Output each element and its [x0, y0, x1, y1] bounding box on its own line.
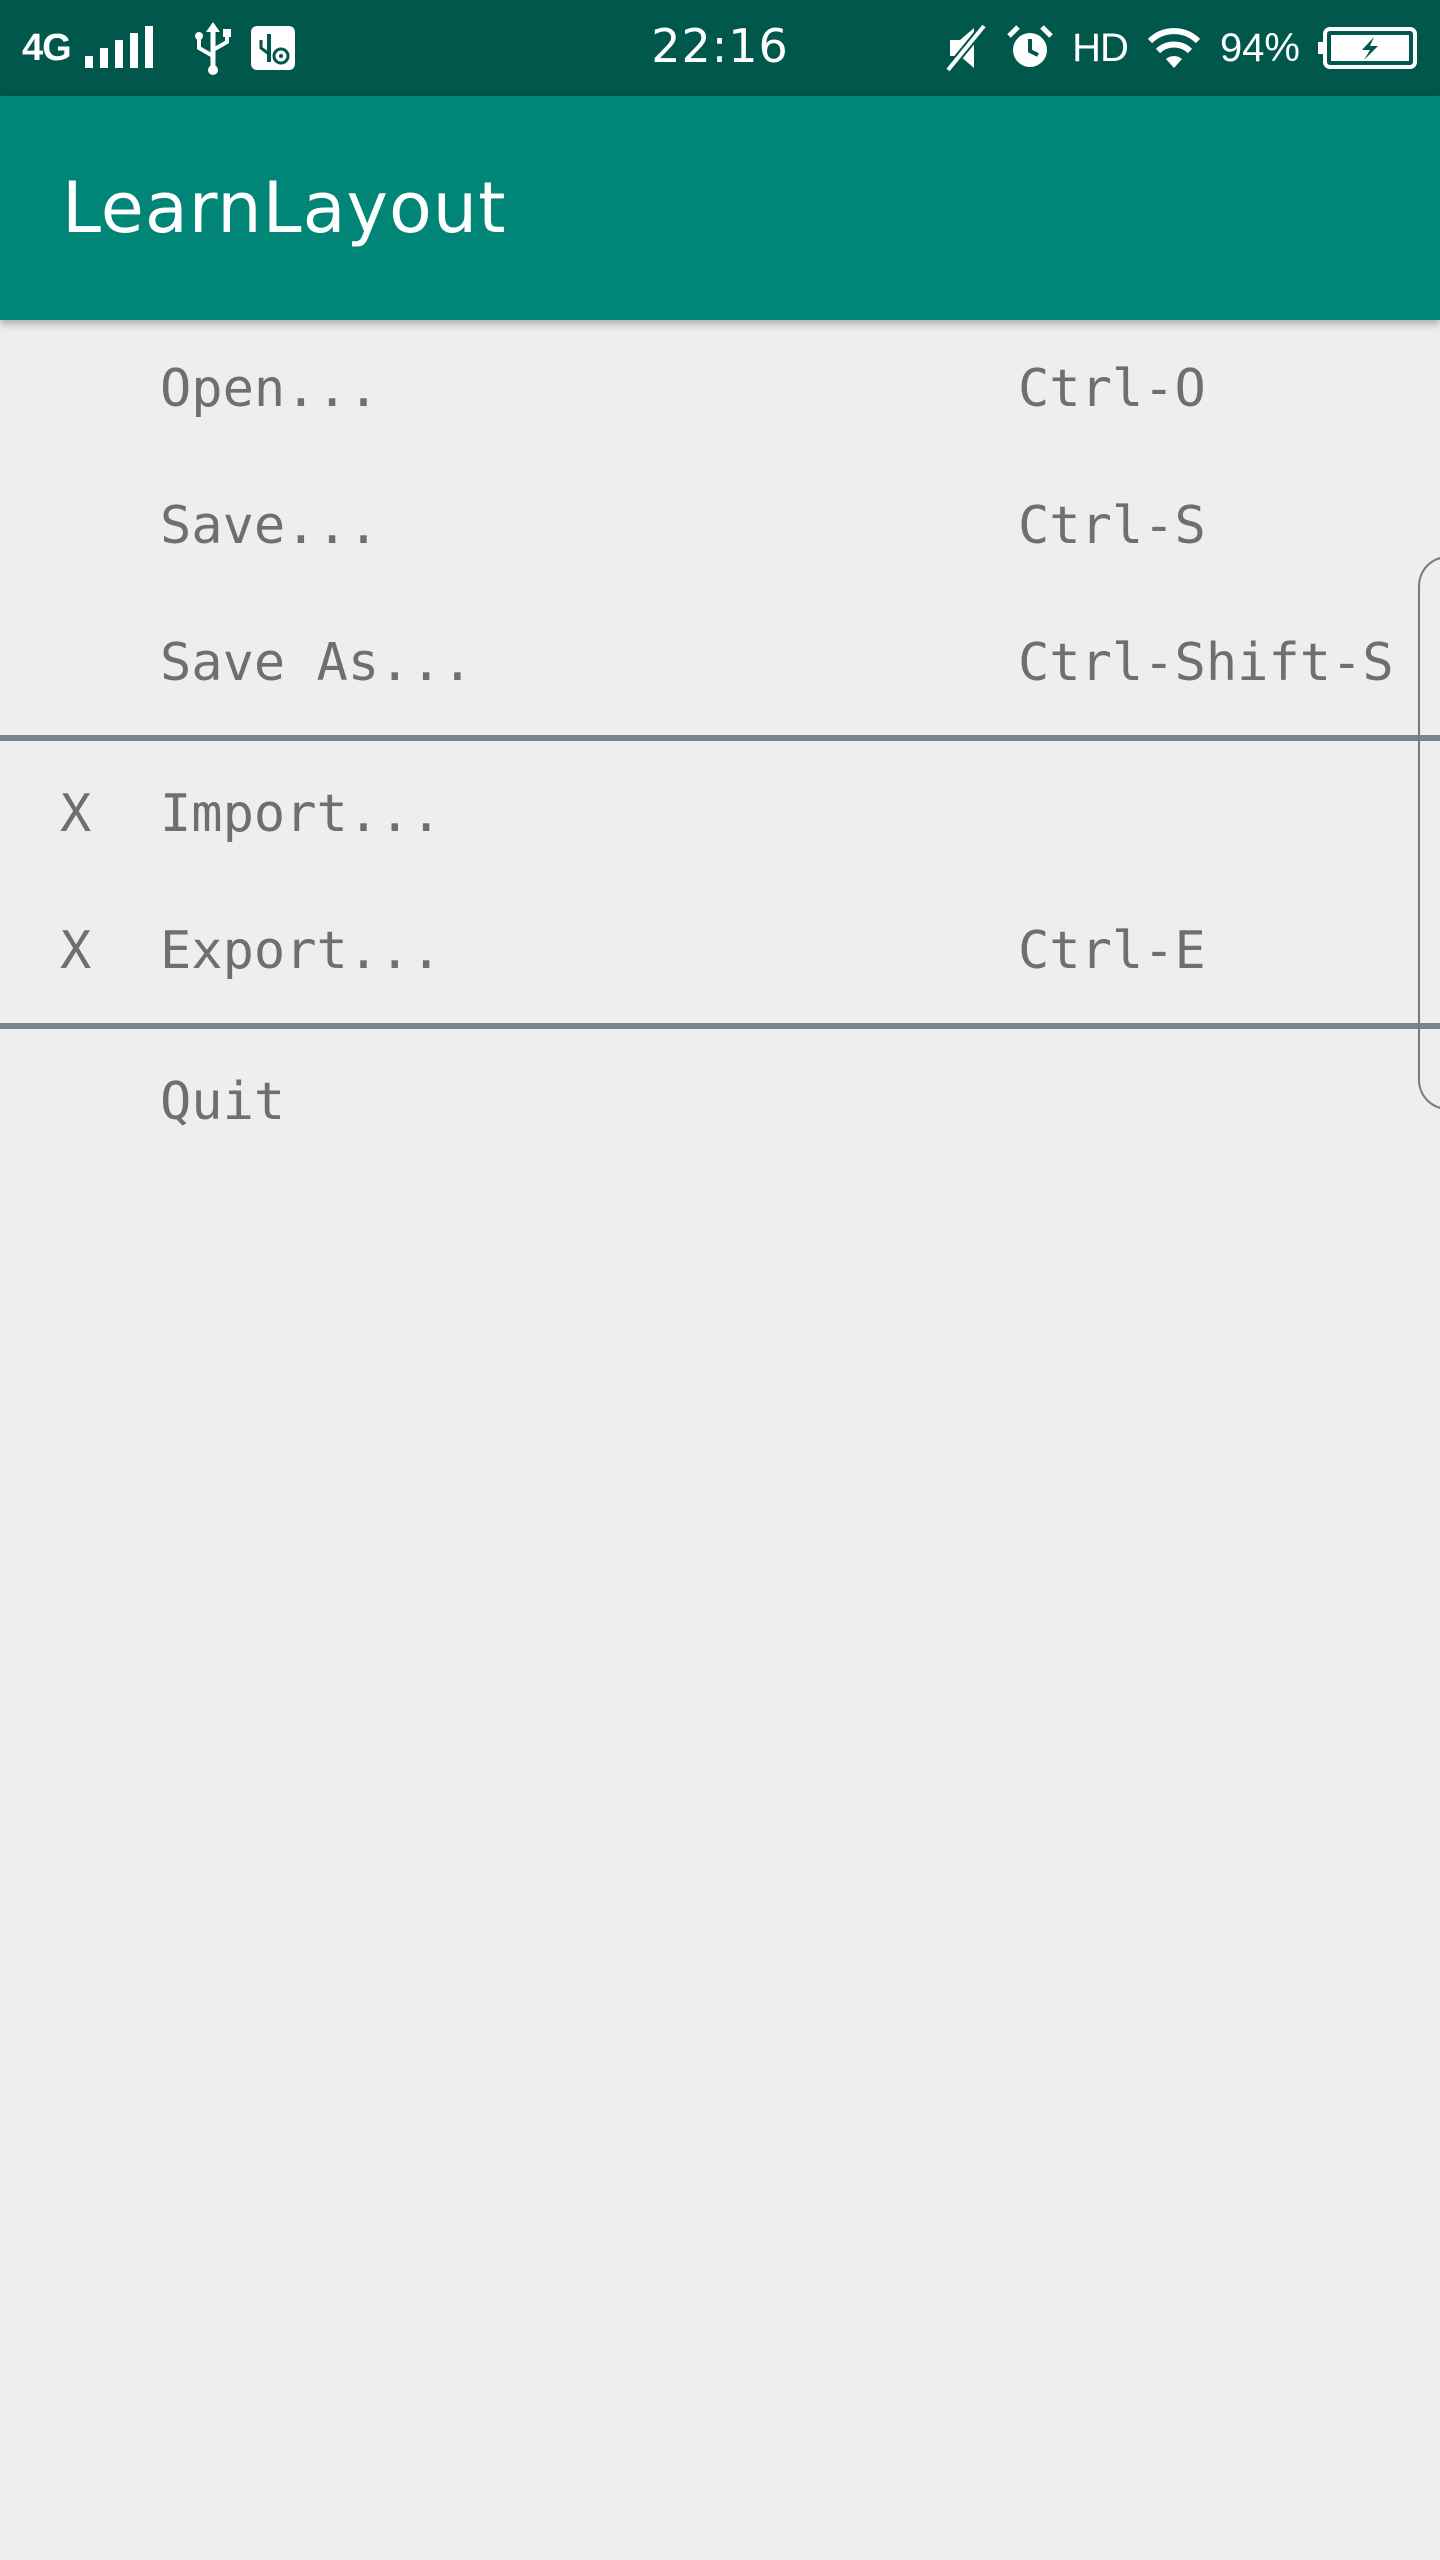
menu-item-label: Export...: [160, 920, 442, 981]
menu-item-check: X: [60, 783, 92, 844]
app-bar: LearnLayout: [0, 96, 1440, 320]
menu-item-shortcut: Ctrl-S: [1018, 495, 1206, 556]
app-title: LearnLayout: [62, 167, 507, 249]
battery-percent: 94%: [1219, 25, 1300, 70]
menu-divider: [0, 735, 1440, 741]
wifi-icon: [1147, 28, 1201, 68]
menu-item-import[interactable]: X Import...: [0, 745, 1440, 882]
menu-list: Open... Ctrl-O Save... Ctrl-S Save As...…: [0, 320, 1440, 1170]
battery-charging-icon: [1318, 27, 1417, 69]
menu-item-check: X: [60, 920, 92, 981]
menu-item-label: Open...: [160, 358, 380, 419]
menu-item-shortcut: Ctrl-O: [1018, 358, 1206, 419]
menu-divider: [0, 1023, 1440, 1029]
menu-item-label: Save...: [160, 495, 380, 556]
alarm-icon: [1007, 25, 1053, 67]
status-right: HD 94%: [944, 18, 1418, 78]
hd-indicator: HD: [1072, 25, 1129, 70]
menu-item-save[interactable]: Save... Ctrl-S: [0, 457, 1440, 594]
menu-item-open[interactable]: Open... Ctrl-O: [0, 320, 1440, 457]
menu-item-quit[interactable]: Quit: [0, 1033, 1440, 1170]
status-bar: 4G 22:16 HD 94%: [0, 0, 1440, 96]
menu-item-label: Quit: [160, 1071, 286, 1132]
mute-icon: [945, 24, 988, 72]
edge-panel-handle[interactable]: [1418, 556, 1440, 1110]
menu-item-label: Import...: [160, 783, 442, 844]
menu-item-save-as[interactable]: Save As... Ctrl-Shift-S: [0, 594, 1440, 731]
menu-item-export[interactable]: X Export... Ctrl-E: [0, 882, 1440, 1019]
menu-item-label: Save As...: [160, 632, 474, 693]
menu-item-shortcut: Ctrl-Shift-S: [1018, 632, 1394, 693]
menu-item-shortcut: Ctrl-E: [1018, 920, 1206, 981]
